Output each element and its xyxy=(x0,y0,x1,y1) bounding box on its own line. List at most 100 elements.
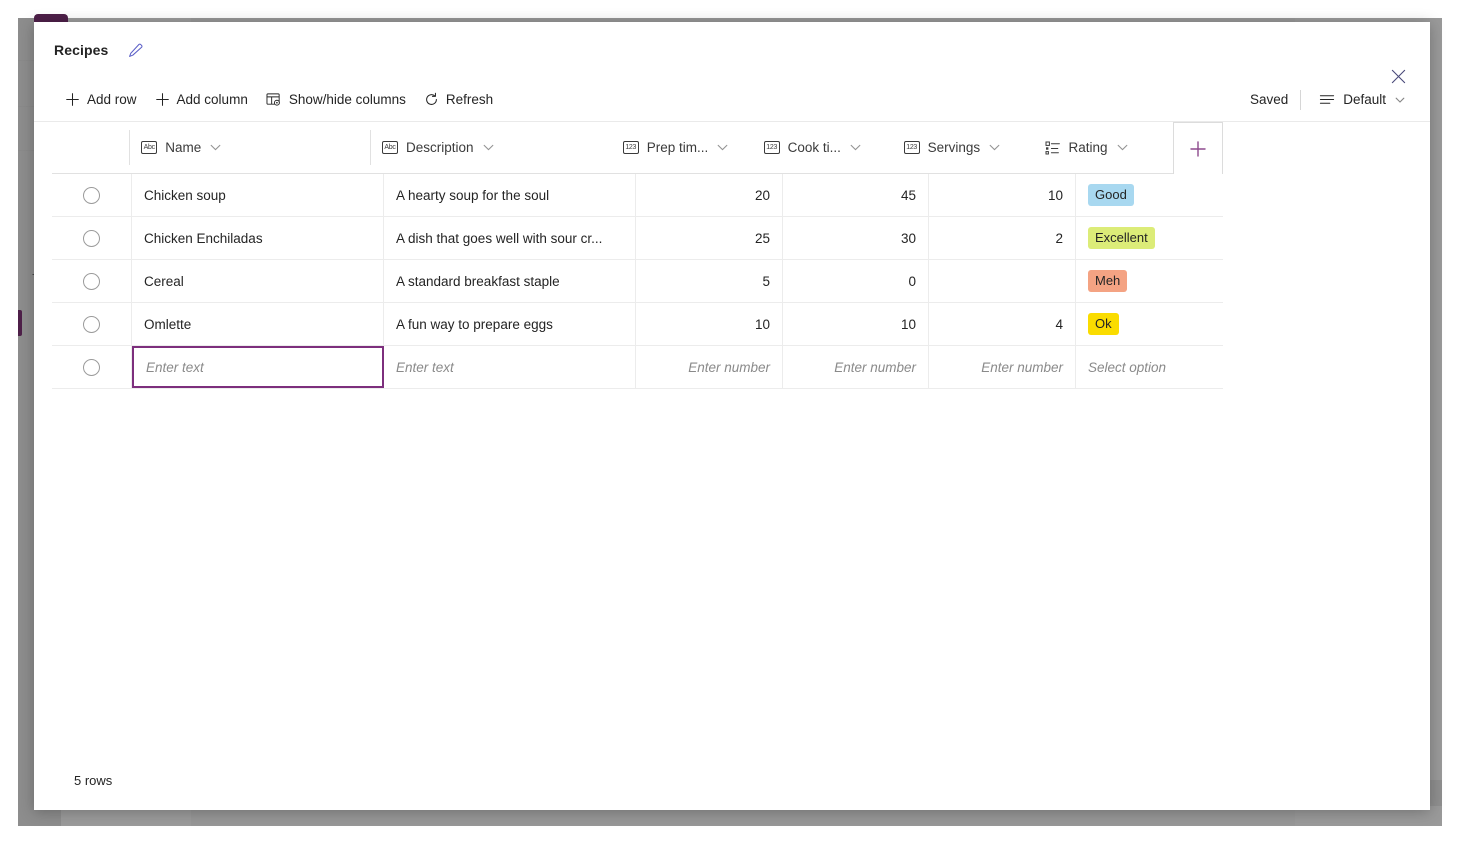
new-row-servings-input[interactable]: Enter number xyxy=(929,346,1076,388)
row-select-cell[interactable] xyxy=(52,260,132,302)
text-type-icon: Abc xyxy=(141,141,157,154)
new-row-prep-time-placeholder: Enter number xyxy=(688,360,770,375)
chevron-down-icon xyxy=(482,141,495,154)
cell-cook-time[interactable]: 45 xyxy=(783,174,929,216)
column-header-name[interactable]: Abc Name xyxy=(129,122,370,173)
view-label: Default xyxy=(1343,92,1386,107)
grid-area: Abc Name Abc Description 123 Prep tim... xyxy=(34,122,1430,810)
dialog-header: Recipes xyxy=(34,22,1430,78)
cell-description[interactable]: A fun way to prepare eggs xyxy=(384,303,636,345)
add-row-button[interactable]: Add row xyxy=(56,85,146,115)
row-select-cell[interactable] xyxy=(52,217,132,259)
cell-description[interactable]: A hearty soup for the soul xyxy=(384,174,636,216)
cell-rating[interactable]: Ok xyxy=(1076,303,1223,345)
column-header-prep-time[interactable]: 123 Prep tim... xyxy=(611,122,752,173)
column-header-servings-label: Servings xyxy=(928,140,981,155)
column-header-name-label: Name xyxy=(165,140,201,155)
plus-icon xyxy=(1188,139,1208,159)
new-row-rating-select[interactable]: Select option xyxy=(1076,346,1223,388)
cell-servings[interactable]: 10 xyxy=(929,174,1076,216)
cell-servings[interactable]: 4 xyxy=(929,303,1076,345)
cell-rating[interactable]: Good xyxy=(1076,174,1223,216)
cell-description[interactable]: A standard breakfast staple xyxy=(384,260,636,302)
number-type-icon: 123 xyxy=(764,141,780,154)
save-status-label: Saved xyxy=(1250,92,1288,107)
chevron-down-icon xyxy=(716,141,729,154)
cell-rating[interactable]: Excellent xyxy=(1076,217,1223,259)
cell-rating[interactable]: Meh xyxy=(1076,260,1223,302)
cell-prep-time[interactable]: 25 xyxy=(636,217,783,259)
chevron-down-icon xyxy=(988,141,1001,154)
table-row[interactable]: Chicken Enchiladas A dish that goes well… xyxy=(52,217,1223,260)
number-type-icon: 123 xyxy=(904,141,920,154)
add-column-label: Add column xyxy=(177,92,248,107)
row-radio[interactable] xyxy=(83,230,100,247)
column-header-cook-time[interactable]: 123 Cook ti... xyxy=(752,122,892,173)
cell-servings[interactable] xyxy=(929,260,1076,302)
column-header-description[interactable]: Abc Description xyxy=(370,122,611,173)
cell-prep-time[interactable]: 5 xyxy=(636,260,783,302)
rating-badge: Excellent xyxy=(1088,227,1155,249)
new-row-servings-placeholder: Enter number xyxy=(981,360,1063,375)
new-row-description-input[interactable]: Enter text xyxy=(384,346,636,388)
background-rail-selection-indicator xyxy=(18,310,22,336)
cell-servings[interactable]: 2 xyxy=(929,217,1076,259)
row-radio[interactable] xyxy=(83,359,100,376)
new-row-rating-placeholder: Select option xyxy=(1088,360,1166,375)
cell-cook-time[interactable]: 10 xyxy=(783,303,929,345)
cell-cook-time[interactable]: 0 xyxy=(783,260,929,302)
column-header-servings[interactable]: 123 Servings xyxy=(892,122,1033,173)
refresh-label: Refresh xyxy=(446,92,493,107)
cell-name[interactable]: Chicken soup xyxy=(132,174,384,216)
plus-icon xyxy=(155,92,170,107)
show-hide-columns-button[interactable]: Show/hide columns xyxy=(257,85,415,115)
refresh-icon xyxy=(424,92,439,107)
chevron-down-icon xyxy=(1116,141,1129,154)
column-header-prep-time-label: Prep tim... xyxy=(647,140,709,155)
new-row-cook-time-input[interactable]: Enter number xyxy=(783,346,929,388)
row-select-cell[interactable] xyxy=(52,303,132,345)
toolbar-divider xyxy=(1300,90,1301,110)
row-select-cell[interactable] xyxy=(52,346,132,388)
choice-type-icon xyxy=(1045,141,1061,155)
close-icon[interactable] xyxy=(1384,62,1412,90)
table-row[interactable]: Chicken soup A hearty soup for the soul … xyxy=(52,174,1223,217)
rating-badge: Meh xyxy=(1088,270,1127,292)
number-type-icon: 123 xyxy=(623,141,639,154)
add-row-label: Add row xyxy=(87,92,137,107)
select-all-header xyxy=(52,122,129,173)
data-grid: Abc Name Abc Description 123 Prep tim... xyxy=(52,122,1223,389)
cell-prep-time[interactable]: 10 xyxy=(636,303,783,345)
cell-name[interactable]: Omlette xyxy=(132,303,384,345)
cell-description[interactable]: A dish that goes well with sour cr... xyxy=(384,217,636,259)
row-radio[interactable] xyxy=(83,187,100,204)
table-row[interactable]: Omlette A fun way to prepare eggs 10 10 … xyxy=(52,303,1223,346)
row-radio[interactable] xyxy=(83,273,100,290)
pencil-icon[interactable] xyxy=(124,39,146,61)
cell-name[interactable]: Cereal xyxy=(132,260,384,302)
columns-settings-icon xyxy=(266,92,282,107)
cell-name[interactable]: Chicken Enchiladas xyxy=(132,217,384,259)
column-header-cook-time-label: Cook ti... xyxy=(788,140,841,155)
row-radio[interactable] xyxy=(83,316,100,333)
add-column-plus-button[interactable] xyxy=(1173,122,1223,174)
chevron-down-icon xyxy=(209,141,222,154)
new-row[interactable]: Enter text Enter text Enter number Enter… xyxy=(52,346,1223,389)
new-row-description-placeholder: Enter text xyxy=(396,360,454,375)
column-header-rating[interactable]: Rating xyxy=(1033,122,1174,173)
column-header-description-label: Description xyxy=(406,140,474,155)
cell-prep-time[interactable]: 20 xyxy=(636,174,783,216)
new-row-name-input[interactable]: Enter text xyxy=(132,346,384,388)
table-row[interactable]: Cereal A standard breakfast staple 5 0 M… xyxy=(52,260,1223,303)
page-title: Recipes xyxy=(54,42,108,58)
refresh-button[interactable]: Refresh xyxy=(415,85,502,115)
chevron-down-icon xyxy=(849,141,862,154)
new-row-name-placeholder: Enter text xyxy=(146,360,204,375)
new-row-cook-time-placeholder: Enter number xyxy=(834,360,916,375)
new-row-prep-time-input[interactable]: Enter number xyxy=(636,346,783,388)
add-column-button[interactable]: Add column xyxy=(146,85,257,115)
cell-cook-time[interactable]: 30 xyxy=(783,217,929,259)
row-select-cell[interactable] xyxy=(52,174,132,216)
show-hide-columns-label: Show/hide columns xyxy=(289,92,406,107)
dialog-toolbar: Add row Add column Show/hide columns Ref… xyxy=(34,78,1430,122)
